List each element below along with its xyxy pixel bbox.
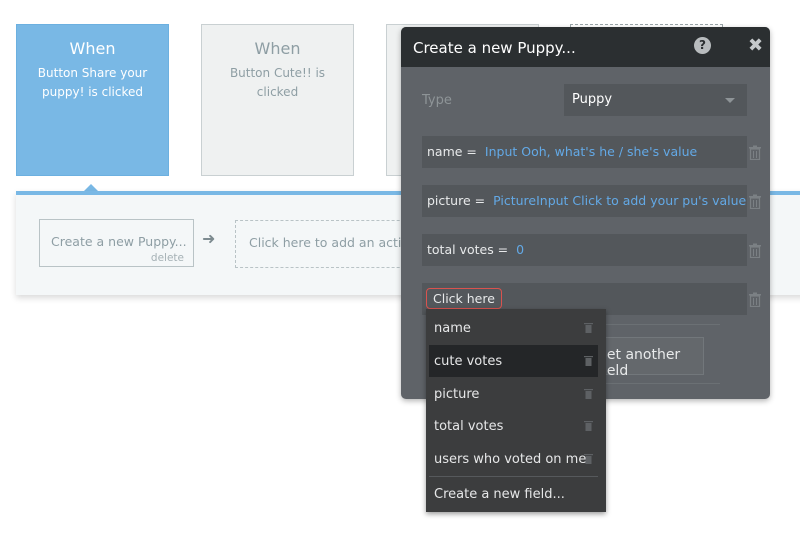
dropdown-item-total-votes[interactable]: total votes bbox=[429, 410, 598, 442]
dropdown-item-label: picture bbox=[434, 387, 480, 402]
dropdown-item-picture[interactable]: picture bbox=[429, 378, 598, 410]
event-description: Button Cute!! is clicked bbox=[229, 66, 326, 99]
dropdown-item-label: users who voted on me bbox=[434, 452, 587, 467]
dropdown-item-label: cute votes bbox=[434, 354, 503, 369]
field-value[interactable]: Input Ooh, what's he / she's value bbox=[485, 144, 697, 159]
trash-icon[interactable] bbox=[748, 145, 762, 160]
trash-icon[interactable] bbox=[748, 194, 762, 209]
event-title: When bbox=[254, 39, 301, 58]
type-select[interactable]: Puppy bbox=[564, 84, 747, 116]
field-key: name = bbox=[427, 144, 477, 159]
trash-icon[interactable] bbox=[584, 388, 593, 399]
action-step-label: Create a new Puppy... bbox=[51, 234, 187, 249]
field-value[interactable]: PictureInput Click to add your pu's valu… bbox=[493, 193, 746, 208]
trash-icon[interactable] bbox=[584, 420, 593, 431]
dropdown-separator bbox=[429, 476, 598, 477]
dropdown-create-label: Create a new field... bbox=[434, 487, 565, 502]
field-dropdown: name cute votes picture total votes user… bbox=[426, 309, 606, 512]
help-icon[interactable]: ? bbox=[694, 37, 711, 54]
field-row-picture[interactable]: picture = PictureInput Click to add your … bbox=[422, 185, 747, 217]
dropdown-item-users-who-voted[interactable]: users who voted on me bbox=[429, 443, 598, 475]
event-card-share-puppy[interactable]: When Button Share your puppy! is clicked bbox=[16, 24, 169, 176]
dropdown-create-field[interactable]: Create a new field... bbox=[429, 478, 598, 510]
trash-icon[interactable] bbox=[584, 355, 593, 366]
dropdown-item-label: name bbox=[434, 321, 471, 336]
action-step-create-puppy[interactable]: Create a new Puppy... delete bbox=[39, 219, 194, 267]
field-row-total-votes[interactable]: total votes = 0 bbox=[422, 234, 747, 266]
arrow-right-icon: ➜ bbox=[202, 229, 216, 248]
type-label: Type bbox=[422, 93, 452, 108]
dropdown-item-cute-votes[interactable]: cute votes bbox=[429, 345, 598, 377]
field-value[interactable]: 0 bbox=[516, 242, 524, 257]
event-description: Button Share your puppy! is clicked bbox=[37, 66, 148, 99]
chevron-down-icon bbox=[725, 98, 735, 103]
field-row-name[interactable]: name = Input Ooh, what's he / she's value bbox=[422, 136, 747, 168]
trash-icon[interactable] bbox=[748, 292, 762, 307]
trash-icon[interactable] bbox=[584, 453, 593, 464]
trash-icon[interactable] bbox=[748, 243, 762, 258]
set-another-field-label: Set another field bbox=[598, 347, 681, 379]
field-key: total votes = bbox=[427, 242, 509, 257]
field-picker-button[interactable]: Click here bbox=[426, 288, 502, 309]
type-select-value: Puppy bbox=[572, 92, 613, 107]
dropdown-item-name[interactable]: name bbox=[429, 312, 598, 344]
modal-title: Create a new Puppy... bbox=[413, 39, 576, 57]
event-title: When bbox=[69, 39, 116, 58]
close-icon[interactable]: ✖ bbox=[748, 35, 763, 56]
dropdown-item-label: total votes bbox=[434, 419, 504, 434]
trash-icon[interactable] bbox=[584, 322, 593, 333]
delete-action-link[interactable]: delete bbox=[151, 252, 184, 264]
modal-header: Create a new Puppy... ? ✖ bbox=[401, 27, 770, 67]
event-card-cute[interactable]: When Button Cute!! is clicked bbox=[201, 24, 354, 176]
selected-event-pointer bbox=[84, 184, 98, 191]
field-key: picture = bbox=[427, 193, 486, 208]
